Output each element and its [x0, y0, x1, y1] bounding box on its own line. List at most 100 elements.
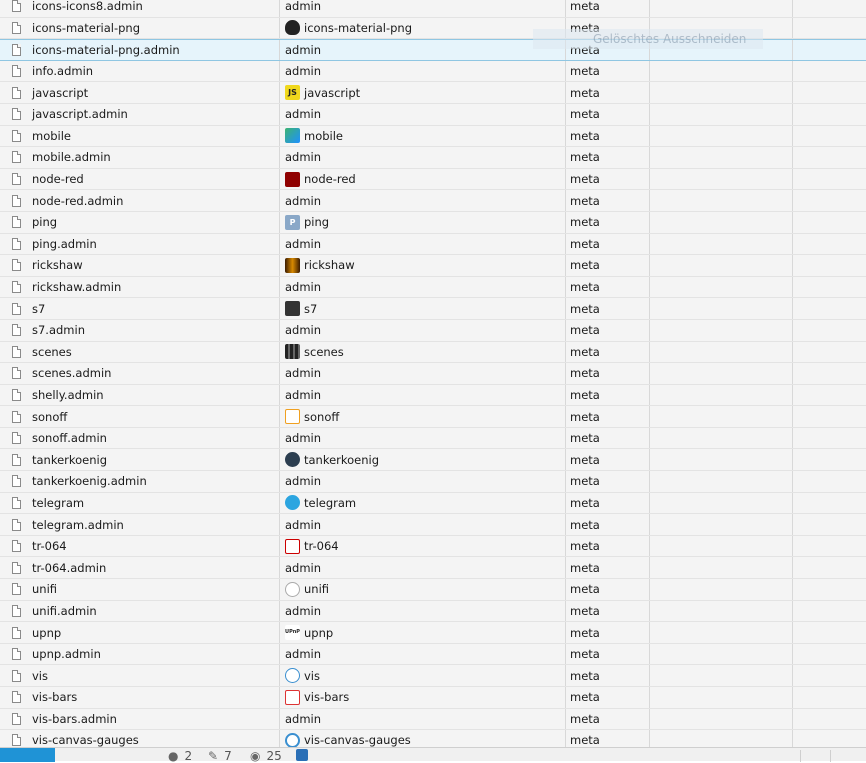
object-cell[interactable]: admin [280, 103, 566, 125]
empty-cell[interactable] [793, 536, 866, 557]
table-row[interactable]: rickshaw.admin admin meta [0, 276, 866, 299]
object-cell[interactable]: rickshaw [280, 255, 566, 276]
name-cell[interactable]: sonoff.admin [0, 427, 280, 449]
table-row[interactable]: upnp UPnP upnp meta [0, 622, 866, 644]
table-row[interactable]: javascript JS javascript meta [0, 82, 866, 104]
empty-cell[interactable] [650, 103, 793, 125]
empty-cell[interactable] [793, 622, 866, 643]
table-row[interactable]: upnp.admin admin meta [0, 643, 866, 666]
empty-cell[interactable] [793, 61, 866, 82]
name-cell[interactable]: icons-icons8.admin [0, 0, 280, 17]
object-cell[interactable]: admin [280, 319, 566, 341]
empty-cell[interactable] [650, 319, 793, 341]
table-row[interactable]: sonoff sonoff meta [0, 406, 866, 428]
empty-cell[interactable] [650, 471, 793, 492]
empty-cell[interactable] [650, 298, 793, 319]
object-cell[interactable]: admin [280, 233, 566, 255]
name-cell[interactable]: unifi.admin [0, 600, 280, 622]
empty-cell[interactable] [650, 363, 793, 384]
object-cell[interactable]: admin [280, 60, 566, 82]
type-cell[interactable]: meta [566, 255, 650, 276]
table-row[interactable]: sonoff.admin admin meta [0, 427, 866, 450]
empty-cell[interactable] [650, 384, 793, 406]
table-row[interactable]: mobile mobile meta [0, 125, 866, 148]
table-row[interactable]: scenes scenes meta [0, 341, 866, 364]
table-row[interactable]: vis-bars vis-bars meta [0, 687, 866, 709]
table-row[interactable]: s7.admin admin meta [0, 319, 866, 342]
type-cell[interactable]: meta [566, 168, 650, 190]
type-cell[interactable]: meta [566, 665, 650, 686]
object-cell[interactable]: admin [280, 708, 566, 730]
type-cell[interactable]: meta [566, 341, 650, 363]
empty-cell[interactable] [650, 233, 793, 255]
empty-cell[interactable] [650, 82, 793, 103]
table-row[interactable]: javascript.admin admin meta [0, 103, 866, 126]
type-cell[interactable]: meta [566, 384, 650, 406]
empty-cell[interactable] [793, 601, 866, 622]
lock-button[interactable] [800, 750, 821, 762]
empty-cell[interactable] [793, 40, 866, 60]
table-row[interactable]: tr-064.admin admin meta [0, 557, 866, 580]
empty-cell[interactable] [650, 211, 793, 233]
name-cell[interactable]: vis [0, 665, 280, 686]
name-cell[interactable]: s7.admin [0, 319, 280, 341]
name-cell[interactable]: icons-material-png [0, 17, 280, 39]
empty-cell[interactable] [793, 126, 866, 147]
table-row[interactable]: info.admin admin meta [0, 60, 866, 83]
empty-cell[interactable] [650, 687, 793, 708]
table-row[interactable]: tr-064 tr-064 meta [0, 535, 866, 558]
name-cell[interactable]: vis-bars [0, 687, 280, 708]
object-cell[interactable]: admin [280, 471, 566, 492]
empty-cell[interactable] [650, 557, 793, 579]
empty-cell[interactable] [650, 168, 793, 190]
status-accent[interactable] [0, 748, 55, 762]
table-row[interactable]: vis vis meta [0, 665, 866, 687]
name-cell[interactable]: upnp.admin [0, 643, 280, 665]
name-cell[interactable]: tr-064.admin [0, 557, 280, 579]
table-row[interactable]: vis-bars.admin admin meta [0, 708, 866, 731]
type-cell[interactable]: meta [566, 600, 650, 622]
empty-cell[interactable] [650, 190, 793, 211]
object-cell[interactable]: JS javascript [280, 82, 566, 103]
empty-cell[interactable] [793, 298, 866, 319]
object-cell[interactable]: admin [280, 190, 566, 211]
table-row[interactable]: ping Pping meta [0, 211, 866, 234]
type-cell[interactable]: meta [566, 643, 650, 665]
name-cell[interactable]: telegram.admin [0, 514, 280, 535]
type-cell[interactable]: meta [566, 298, 650, 319]
object-cell[interactable]: telegram [280, 492, 566, 514]
empty-cell[interactable] [650, 579, 793, 600]
table-row[interactable]: shelly.admin admin meta [0, 384, 866, 407]
type-cell[interactable]: meta [566, 125, 650, 147]
object-cell[interactable]: admin [280, 384, 566, 406]
object-cell[interactable]: vis [280, 665, 566, 686]
empty-cell[interactable] [793, 277, 866, 298]
type-cell[interactable]: meta [566, 622, 650, 643]
name-cell[interactable]: mobile.admin [0, 147, 280, 168]
object-cell[interactable]: admin [280, 0, 566, 17]
empty-cell[interactable] [793, 385, 866, 406]
type-cell[interactable]: meta [566, 0, 650, 17]
type-cell[interactable]: meta [566, 147, 650, 168]
type-cell[interactable]: meta [566, 557, 650, 579]
table-row[interactable]: node-red.admin admin meta [0, 190, 866, 212]
rss-button[interactable] [296, 749, 308, 761]
object-cell[interactable]: admin [280, 643, 566, 665]
empty-cell[interactable] [650, 427, 793, 449]
table-row[interactable]: telegram.admin admin meta [0, 514, 866, 536]
object-cell[interactable]: admin [280, 600, 566, 622]
empty-cell[interactable] [650, 60, 793, 82]
type-cell[interactable]: meta [566, 211, 650, 233]
empty-cell[interactable] [793, 234, 866, 255]
empty-cell[interactable] [793, 255, 866, 276]
empty-cell[interactable] [793, 579, 866, 600]
empty-cell[interactable] [793, 644, 866, 665]
empty-cell[interactable] [793, 687, 866, 708]
type-cell[interactable]: meta [566, 514, 650, 535]
empty-cell[interactable] [793, 665, 866, 686]
table-row[interactable]: s7 s7 meta [0, 298, 866, 320]
name-cell[interactable]: node-red [0, 168, 280, 190]
name-cell[interactable]: icons-material-png.admin [0, 40, 280, 60]
name-cell[interactable]: shelly.admin [0, 384, 280, 406]
empty-cell[interactable] [650, 255, 793, 276]
